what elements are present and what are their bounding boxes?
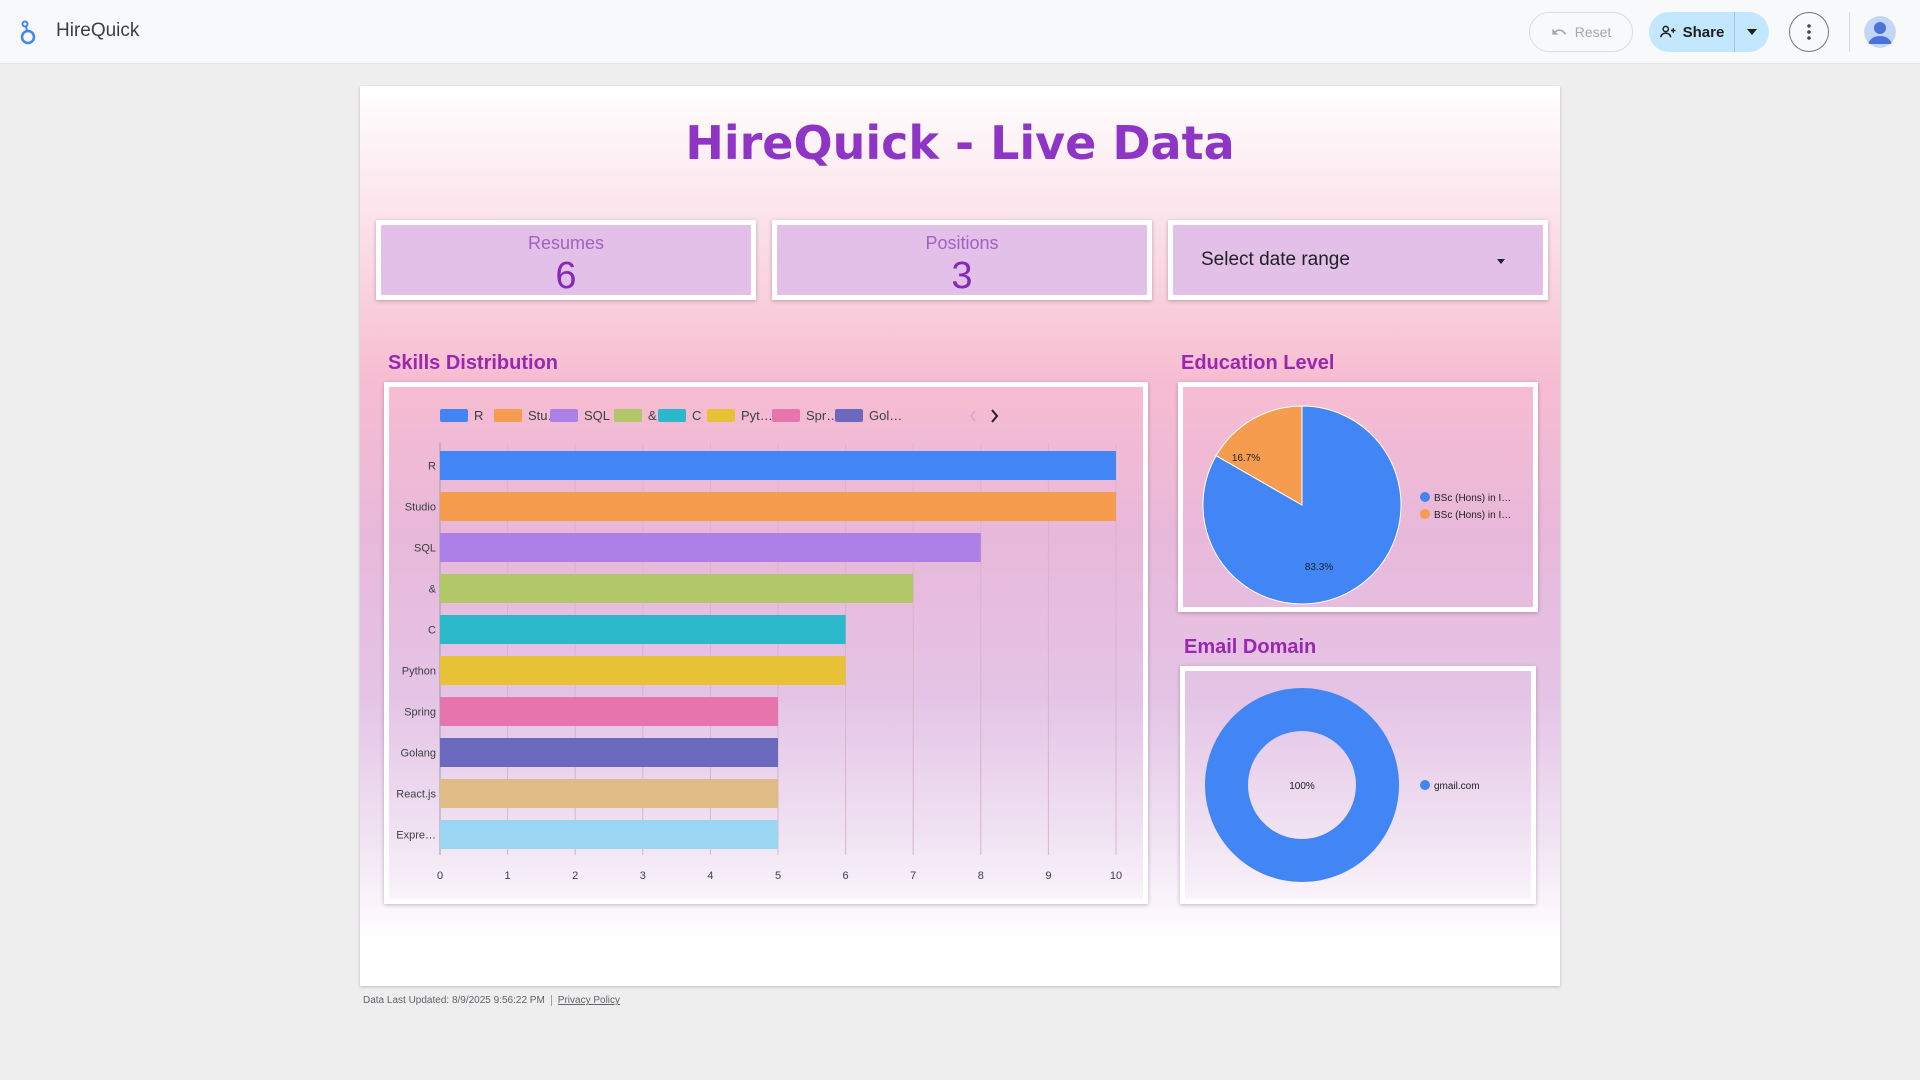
slice-data-label: 100% (1289, 781, 1315, 792)
report-canvas: HireQuick - Live Data Resumes 6 Position… (360, 86, 1560, 986)
legend-label: SQL (584, 408, 610, 423)
email-section-title: Email Domain (1184, 636, 1317, 658)
caret-down-icon (1747, 29, 1757, 35)
legend-label: BSc (Hons) in I… (1434, 510, 1511, 521)
report-title: HireQuick - Live Data (685, 116, 1235, 170)
positions-label: Positions (925, 233, 999, 253)
undo-icon (1552, 28, 1566, 35)
x-tick-label: 4 (707, 870, 713, 882)
bar (440, 656, 846, 685)
education-section-title: Education Level (1181, 352, 1335, 374)
share-button-group: Share (1649, 12, 1769, 52)
legend-swatch (835, 409, 863, 422)
legend-label: Gol… (869, 408, 902, 423)
bar (440, 492, 1116, 521)
y-tick-label: Spring (404, 707, 436, 719)
resumes-scorecard[interactable]: Resumes 6 (376, 220, 756, 300)
chevron-right-icon (991, 409, 999, 423)
share-label: Share (1682, 23, 1725, 41)
legend-label: Pyt… (741, 408, 773, 423)
y-tick-label: & (429, 584, 437, 596)
legend-swatch (614, 409, 642, 422)
y-tick-label: Studio (405, 502, 436, 514)
date-range-picker[interactable]: Select date range (1168, 220, 1548, 300)
y-tick-label: Expre… (396, 830, 436, 842)
more-options-button[interactable] (1789, 12, 1829, 52)
education-pie-chart: 83.3% 16.7% BSc (Hons) in I… BSc (Hons) in … (1202, 405, 1511, 605)
legend-label: C (692, 408, 701, 423)
x-tick-label: 5 (775, 870, 781, 882)
y-tick-label: Golang (401, 748, 436, 760)
legend-swatch (440, 409, 468, 422)
legend-swatch (772, 409, 800, 422)
date-range-label: Select date range (1201, 249, 1350, 270)
looker-logo-icon[interactable] (16, 18, 40, 46)
positions-value: 3 (951, 255, 973, 297)
last-updated-text: Data Last Updated: 8/9/2025 9:56:22 PM (363, 995, 545, 1006)
resumes-value: 6 (555, 255, 577, 297)
skills-bar-chart: 0 1 2 3 4 5 6 7 8 9 10 R Studio SQL & C Python Spring Gola… (396, 408, 1122, 882)
y-tick-label: R (428, 461, 436, 473)
legend-swatch (707, 409, 735, 422)
email-donut-chart: 100% gmail.com (1205, 688, 1480, 882)
legend-label: Spr… (806, 408, 839, 423)
x-tick-label: 3 (640, 870, 646, 882)
legend-label: R (474, 408, 483, 423)
share-button[interactable]: Share (1649, 12, 1735, 52)
x-tick-label: 10 (1110, 870, 1122, 882)
y-tick-label: C (428, 625, 436, 637)
legend-dot (1420, 780, 1430, 790)
legend-dot (1420, 509, 1430, 519)
avatar-icon[interactable] (1864, 16, 1896, 48)
bar (440, 779, 778, 808)
x-tick-label: 8 (978, 870, 984, 882)
bar (440, 738, 778, 767)
top-bar: HireQuick Reset Share (0, 0, 1920, 64)
bar (440, 697, 778, 726)
app-title: HireQuick (56, 20, 140, 41)
footer-divider (550, 995, 552, 1006)
x-tick-label: 7 (910, 870, 916, 882)
x-tick-label: 2 (572, 870, 578, 882)
skills-chart-panel[interactable]: 0 1 2 3 4 5 6 7 8 9 10 R Studio SQL & C Python Spring Gola… (384, 382, 1148, 904)
more-vert-icon (1807, 24, 1811, 40)
legend-swatch (550, 409, 578, 422)
legend-label: gmail.com (1434, 781, 1480, 792)
positions-scorecard[interactable]: Positions 3 (772, 220, 1152, 300)
person-add-icon (1659, 25, 1676, 38)
caret-down-icon (1497, 259, 1505, 264)
legend-dot (1420, 492, 1430, 502)
email-chart-panel[interactable]: 100% gmail.com (1180, 666, 1536, 904)
x-tick-label: 1 (505, 870, 511, 882)
privacy-policy-link[interactable]: Privacy Policy (558, 995, 620, 1006)
y-tick-label: SQL (414, 543, 436, 555)
slice-data-label: 83.3% (1305, 562, 1333, 573)
y-tick-label: React.js (396, 789, 436, 801)
chevron-left-icon (970, 410, 976, 422)
x-tick-label: 9 (1045, 870, 1051, 882)
bar (440, 820, 778, 849)
slice-data-label: 16.7% (1232, 453, 1260, 464)
bar (440, 451, 1116, 480)
bar (440, 533, 981, 562)
y-tick-label: Python (402, 666, 436, 678)
bar (440, 574, 914, 603)
footer: Data Last Updated: 8/9/2025 9:56:22 PM P… (363, 995, 620, 1006)
x-tick-label: 6 (843, 870, 849, 882)
bar (440, 615, 846, 644)
resumes-label: Resumes (527, 233, 605, 253)
reset-button[interactable]: Reset (1529, 12, 1633, 52)
legend-swatch (658, 409, 686, 422)
skills-section-title: Skills Distribution (388, 352, 559, 374)
legend-label: BSc (Hons) in I… (1434, 493, 1511, 504)
reset-label: Reset (1574, 24, 1612, 40)
toolbar-divider (1849, 12, 1850, 52)
share-dropdown-button[interactable] (1735, 12, 1769, 52)
x-tick-label: 0 (437, 870, 443, 882)
education-chart-panel[interactable]: 83.3% 16.7% BSc (Hons) in I… BSc (Hons) in … (1178, 382, 1538, 612)
legend-swatch (494, 409, 522, 422)
legend-label: & (648, 408, 657, 423)
